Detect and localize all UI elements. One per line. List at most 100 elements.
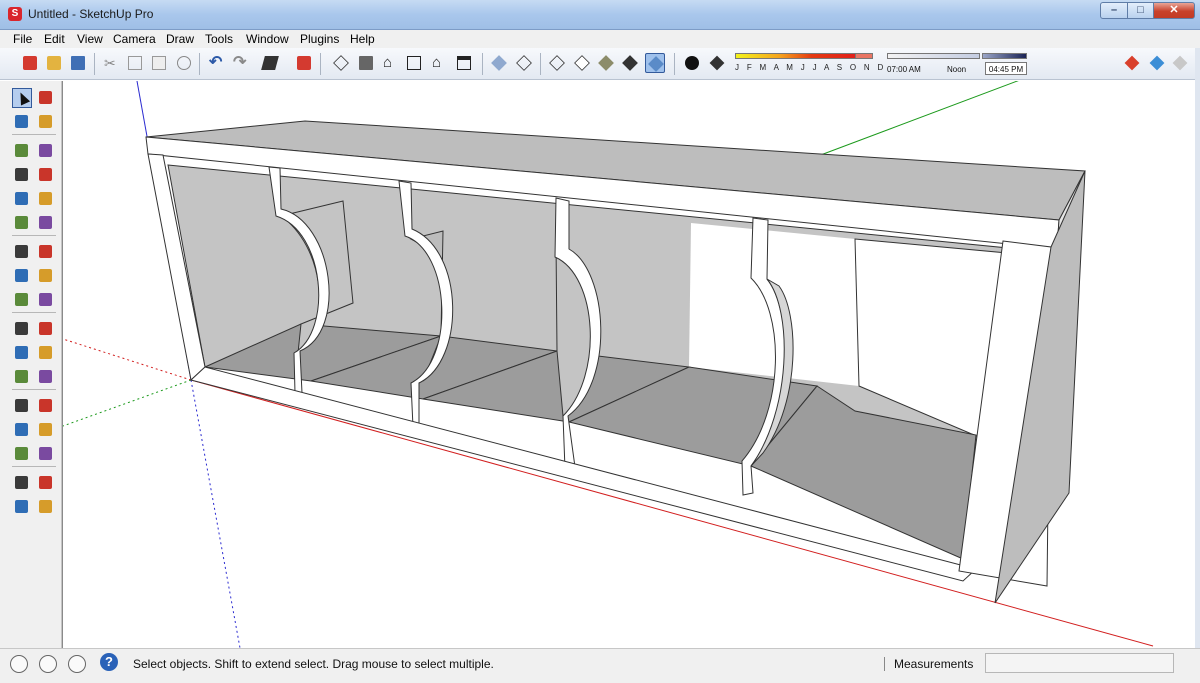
eraser-icon[interactable] [36, 112, 56, 132]
zoom-window-icon[interactable] [36, 420, 56, 440]
time-dark-bar[interactable] [982, 53, 1027, 59]
shadows-icon[interactable] [682, 53, 702, 73]
menu-edit[interactable]: Edit [44, 32, 65, 46]
menu-tools[interactable]: Tools [205, 32, 233, 46]
month-marker[interactable] [855, 53, 873, 59]
model-canvas[interactable] [63, 81, 1195, 648]
menu-camera[interactable]: Camera [113, 32, 156, 46]
hidden-line-icon[interactable] [572, 53, 592, 73]
measurements-separator [884, 657, 885, 671]
zoom-extents-icon[interactable] [12, 444, 32, 464]
walk-icon[interactable] [12, 497, 32, 517]
status-bar: ? Select objects. Shift to extend select… [0, 648, 1200, 683]
two-point-arc-icon[interactable] [36, 213, 56, 233]
green-axis-line [817, 81, 1019, 157]
protractor-icon[interactable] [12, 343, 32, 363]
section-plane-icon[interactable] [36, 497, 56, 517]
freehand-icon[interactable] [36, 165, 56, 185]
menu-bar: File Edit View Camera Draw Tools Window … [0, 30, 1200, 48]
left-view-icon[interactable] [454, 53, 474, 73]
iso-view-icon[interactable] [331, 53, 351, 73]
cut-icon[interactable]: ✂ [101, 53, 121, 73]
fog-icon[interactable] [707, 53, 727, 73]
3d-text-icon[interactable] [36, 367, 56, 387]
tape-measure-icon[interactable] [12, 319, 32, 339]
wireframe-icon[interactable] [547, 53, 567, 73]
window-title: Untitled - SketchUp Pro [28, 7, 154, 21]
shaded-icon[interactable] [596, 53, 616, 73]
menu-window[interactable]: Window [246, 32, 289, 46]
scale-icon[interactable] [12, 290, 32, 310]
month-gradient-bar[interactable] [735, 53, 863, 59]
model-info-icon[interactable] [294, 53, 314, 73]
pan-icon[interactable] [36, 396, 56, 416]
offset-icon[interactable] [36, 290, 56, 310]
polygon-icon[interactable] [12, 189, 32, 209]
help-icon[interactable]: ? [100, 653, 118, 671]
redo-icon[interactable]: ↷ [230, 53, 250, 73]
menu-plugins[interactable]: Plugins [300, 32, 339, 46]
minimize-button[interactable]: – [1100, 2, 1128, 19]
user-icon[interactable] [68, 655, 86, 673]
line-icon[interactable] [36, 141, 56, 161]
shaded-textures-icon[interactable] [620, 53, 640, 73]
status-text: Select objects. Shift to extend select. … [133, 657, 494, 671]
select-icon[interactable] [12, 88, 32, 108]
zoom-icon[interactable] [12, 420, 32, 440]
menu-draw[interactable]: Draw [166, 32, 194, 46]
month-labels: J F M A M J J A S O N D [735, 63, 887, 72]
model-viewport[interactable] [62, 81, 1195, 648]
shadow-month-slider[interactable]: J F M A M J J A S O N D [735, 53, 883, 74]
xray-icon[interactable] [489, 53, 509, 73]
print-icon[interactable] [260, 53, 280, 73]
new-file-icon[interactable] [20, 53, 40, 73]
rotate-icon[interactable] [12, 266, 32, 286]
look-around-icon[interactable] [36, 473, 56, 493]
previous-view-icon[interactable] [36, 444, 56, 464]
erase-icon[interactable] [174, 53, 194, 73]
open-file-icon[interactable] [44, 53, 64, 73]
menu-help[interactable]: Help [350, 32, 375, 46]
layout-send-icon[interactable] [1170, 53, 1190, 73]
shaded-with-textures-icon[interactable] [645, 53, 665, 73]
time-start-label: 07:00 AM [887, 65, 921, 74]
measurements-input[interactable] [985, 653, 1174, 673]
rectangle-icon[interactable] [12, 141, 32, 161]
menu-view[interactable]: View [77, 32, 103, 46]
time-gradient-bar[interactable] [887, 53, 980, 59]
undo-icon[interactable]: ↶ [206, 53, 226, 73]
toolbar-separator [482, 53, 483, 75]
back-view-icon[interactable]: ⌂ [429, 53, 449, 73]
paste-icon[interactable] [149, 53, 169, 73]
back-edges-icon[interactable] [514, 53, 534, 73]
menu-file[interactable]: File [13, 32, 32, 46]
left-toolbar-separator [12, 312, 56, 313]
push-pull-icon[interactable] [36, 242, 56, 262]
copy-icon[interactable] [125, 53, 145, 73]
circle-icon[interactable] [12, 165, 32, 185]
follow-me-icon[interactable] [36, 266, 56, 286]
title-bar: S Untitled - SketchUp Pro – □ ✕ [0, 0, 1200, 30]
shadow-time-slider[interactable]: 07:00 AM Noon 04:45 PM [887, 53, 1029, 75]
arc-icon[interactable] [36, 189, 56, 209]
pie-icon[interactable] [12, 213, 32, 233]
paint-bucket-icon[interactable] [12, 112, 32, 132]
text-icon[interactable] [36, 343, 56, 363]
front-view-icon[interactable]: ⌂ [380, 53, 400, 73]
extension-warehouse-icon[interactable] [1147, 53, 1167, 73]
orbit-icon[interactable] [12, 396, 32, 416]
warehouse-icon[interactable] [1122, 53, 1142, 73]
maximize-button[interactable]: □ [1127, 2, 1154, 19]
move-icon[interactable] [12, 242, 32, 262]
geo-location-icon[interactable] [10, 655, 28, 673]
save-icon[interactable] [68, 53, 88, 73]
dimension-icon[interactable] [36, 319, 56, 339]
component-icon[interactable] [36, 88, 56, 108]
position-camera-icon[interactable] [12, 473, 32, 493]
right-view-icon[interactable] [404, 53, 424, 73]
close-button[interactable]: ✕ [1153, 2, 1195, 19]
top-view-icon[interactable] [356, 53, 376, 73]
axes-icon[interactable] [12, 367, 32, 387]
time-value-field[interactable]: 04:45 PM [985, 62, 1027, 75]
credits-icon[interactable] [39, 655, 57, 673]
